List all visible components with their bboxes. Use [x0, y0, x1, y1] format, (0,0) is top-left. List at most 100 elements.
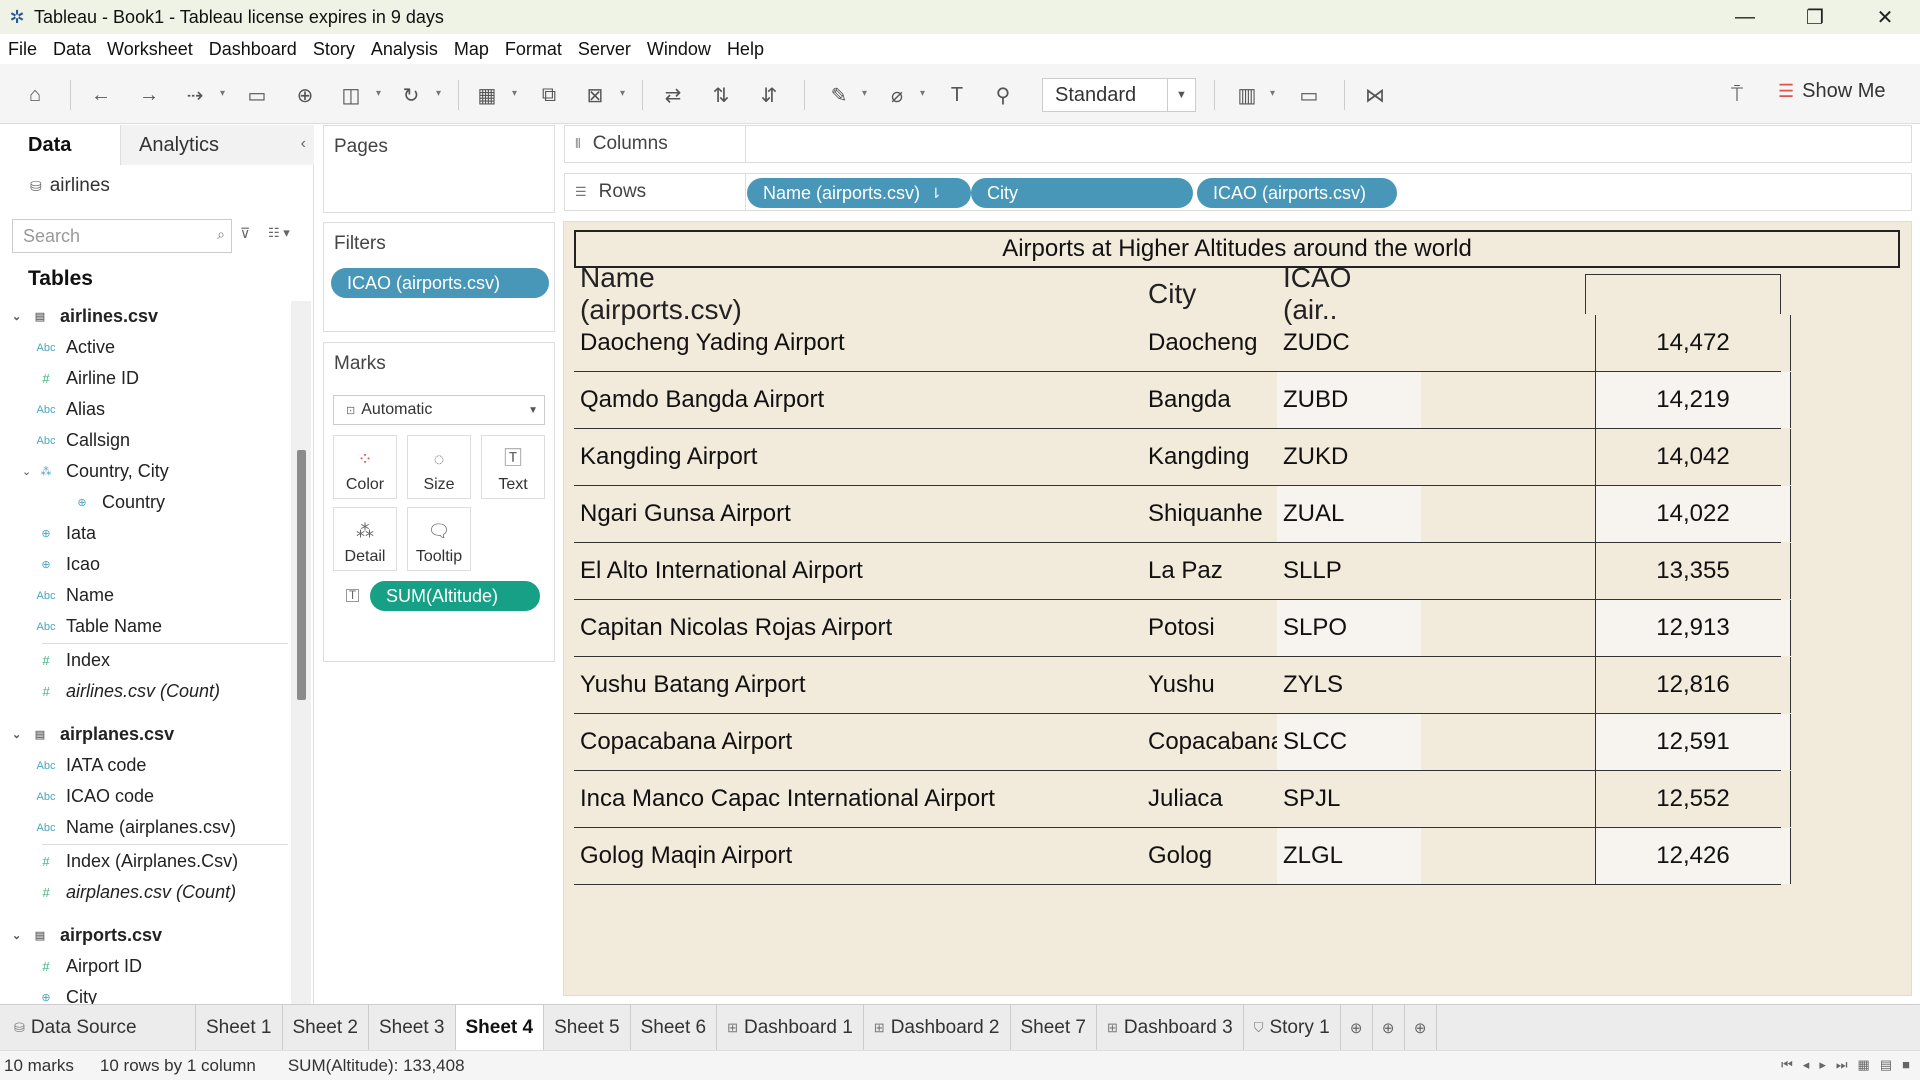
field-callsign[interactable]: Abc Callsign [0, 425, 131, 456]
show-me-button[interactable]: ☰ Show Me [1778, 80, 1886, 103]
collapse-pane-icon[interactable]: ‹ [301, 135, 306, 153]
color-button[interactable]: ⁘ Color [333, 435, 397, 499]
field-country[interactable]: ⊕ Country [0, 487, 165, 518]
field-active[interactable]: Abc Active [0, 332, 116, 363]
cell-city[interactable]: Potosi [1148, 600, 1215, 656]
cell-city[interactable]: Copacabana [1148, 714, 1284, 770]
field-index-airplanes-csv[interactable]: # Index (Airplanes.Csv) [0, 846, 238, 877]
tabs-view-icon[interactable]: ■ [1902, 1057, 1910, 1073]
highlight-icon[interactable]: ✎ [826, 82, 852, 108]
tooltip-button[interactable]: 🗨 Tooltip [407, 507, 471, 571]
redo-icon[interactable]: → [136, 82, 162, 108]
prev-sheet-icon[interactable]: ◂ [1803, 1057, 1810, 1073]
cell-value[interactable]: 14,219 [1595, 372, 1791, 428]
filter-icon[interactable]: ⊽ [240, 225, 250, 242]
cell-city[interactable]: Yushu [1148, 657, 1215, 713]
table-row[interactable]: Ngari Gunsa Airport Shiquanhe ZUAL 14,022 [574, 486, 1791, 543]
group-members-icon[interactable]: ⌀ [884, 82, 910, 108]
cell-icao[interactable]: ZUBD [1277, 372, 1421, 428]
menu-dashboard[interactable]: Dashboard [209, 39, 297, 60]
field-alias[interactable]: Abc Alias [0, 394, 106, 425]
cell-icao[interactable]: ZLGL [1277, 828, 1421, 884]
cell-city[interactable]: Bangda [1148, 372, 1231, 428]
menu-server[interactable]: Server [578, 39, 631, 60]
tab-data-source[interactable]: ⛁ Data Source [0, 1005, 196, 1050]
field-iata-code[interactable]: Abc IATA code [0, 750, 147, 781]
menu-format[interactable]: Format [505, 39, 562, 60]
chevron-down-icon[interactable]: ⌄ [12, 728, 26, 741]
cell-city[interactable]: Juliaca [1148, 771, 1223, 827]
menu-story[interactable]: Story [313, 39, 355, 60]
first-sheet-icon[interactable]: ⏮ [1781, 1057, 1793, 1073]
filters-card[interactable]: Filters ICAO (airports.csv) [323, 222, 555, 332]
replay-dropdown-icon[interactable]: ▾ [220, 88, 225, 99]
cell-name[interactable]: El Alto International Airport [580, 543, 863, 599]
search-input[interactable]: Search ⌕ [12, 219, 232, 253]
table-airlines-csv[interactable]: ⌄ ▤ airlines.csv [0, 301, 158, 332]
field-airplanes-csv-count[interactable]: # airplanes.csv (Count) [0, 877, 236, 908]
field-iata[interactable]: ⊕ Iata [0, 518, 96, 549]
field-country-city[interactable]: ⌄ ⁂ Country, City [0, 456, 169, 487]
menu-help[interactable]: Help [727, 39, 764, 60]
table-row[interactable]: Kangding Airport Kangding ZUKD 14,042 [574, 429, 1791, 486]
cell-value[interactable]: 12,816 [1595, 657, 1791, 713]
cell-icao[interactable]: SLCC [1277, 714, 1421, 770]
clear-sheet-icon[interactable]: ⊠ [582, 82, 608, 108]
table-row[interactable]: Inca Manco Capac International Airport Ju… [574, 771, 1791, 828]
restore-icon[interactable]: ❐ [1780, 0, 1850, 34]
swap-rows-columns-icon[interactable]: ⇄ [660, 82, 686, 108]
fix-axes-icon[interactable]: ⚲ [990, 82, 1016, 108]
tab-sheet-1[interactable]: Sheet 1 [196, 1005, 283, 1050]
new-dashboard-icon[interactable]: ⊕ [1373, 1005, 1405, 1050]
new-story-icon[interactable]: ⊕ [1405, 1005, 1437, 1050]
columns-shelf[interactable]: ⦀ Columns [564, 125, 1912, 163]
chevron-down-icon[interactable]: ▼ [1167, 79, 1195, 111]
sort-descending-icon[interactable]: ⇵ [756, 82, 782, 108]
table-row[interactable]: Qamdo Bangda Airport Bangda ZUBD 14,219 [574, 372, 1791, 429]
tab-sheet-6[interactable]: Sheet 6 [631, 1005, 718, 1050]
cell-icao[interactable]: SLLP [1277, 543, 1421, 599]
header-name[interactable]: Name (airports.csv) [580, 262, 742, 325]
close-icon[interactable]: ✕ [1850, 0, 1920, 34]
header-icao[interactable]: ICAO (air.. [1283, 262, 1351, 325]
cell-name[interactable]: Daocheng Yading Airport [580, 315, 845, 371]
header-city[interactable]: City [1148, 274, 1196, 314]
cell-name[interactable]: Capitan Nicolas Rojas Airport [580, 600, 892, 656]
filmstrip-icon[interactable]: ▤ [1880, 1057, 1892, 1073]
text-button[interactable]: 🅃 Text [481, 435, 545, 499]
cell-city[interactable]: Daocheng [1148, 315, 1257, 371]
cell-value[interactable]: 12,426 [1595, 828, 1791, 884]
rows-pill-name[interactable]: Name (airports.csv) ⇂ [747, 178, 971, 208]
highlight-dropdown-icon[interactable]: ▾ [862, 88, 867, 99]
cell-icao[interactable]: ZUAL [1277, 486, 1421, 542]
view-options-icon[interactable]: ☷ ▾ [268, 225, 290, 241]
scrollbar-thumb[interactable] [297, 450, 306, 700]
pages-card[interactable]: Pages [323, 125, 555, 213]
table-row[interactable]: Copacabana Airport Copacabana SLCC 12,591 [574, 714, 1791, 771]
datasource-item[interactable]: ⛁ airlines [30, 175, 110, 197]
table-row[interactable]: El Alto International Airport La Paz SLLP 1… [574, 543, 1791, 600]
cell-value[interactable]: 13,355 [1595, 543, 1791, 599]
detail-button[interactable]: ⁂ Detail [333, 507, 397, 571]
tab-sheet-2[interactable]: Sheet 2 [283, 1005, 369, 1050]
cell-name[interactable]: Golog Maqin Airport [580, 828, 792, 884]
refresh-icon[interactable]: ↻ [398, 82, 424, 108]
last-sheet-icon[interactable]: ⏭ [1836, 1057, 1848, 1073]
tab-story-1[interactable]: ⛉ Story 1 [1244, 1005, 1341, 1050]
cell-value[interactable]: 14,042 [1595, 429, 1791, 485]
mark-type-select[interactable]: ⊡ Automatic ▼ [333, 395, 545, 425]
cell-city[interactable]: Kangding [1148, 429, 1249, 485]
field-name[interactable]: Abc Name [0, 580, 115, 611]
new-worksheet-dropdown-icon[interactable]: ▾ [512, 88, 517, 99]
menu-worksheet[interactable]: Worksheet [107, 39, 193, 60]
presentation-mode-icon[interactable]: ▭ [1296, 82, 1322, 108]
field-icao-code[interactable]: Abc ICAO code [0, 781, 155, 812]
viz-canvas[interactable]: Airports at Higher Altitudes around the … [563, 221, 1912, 996]
show-cards-dropdown-icon[interactable]: ▾ [1270, 88, 1275, 99]
new-datasource-icon[interactable]: ⊕ [292, 82, 318, 108]
cell-value[interactable]: 12,591 [1595, 714, 1791, 770]
cell-icao[interactable]: ZUKD [1277, 429, 1421, 485]
sort-ascending-icon[interactable]: ⇅ [708, 82, 734, 108]
cell-value[interactable]: 14,472 [1595, 315, 1791, 371]
duplicate-sheet-icon[interactable]: ⧉ [536, 82, 562, 108]
